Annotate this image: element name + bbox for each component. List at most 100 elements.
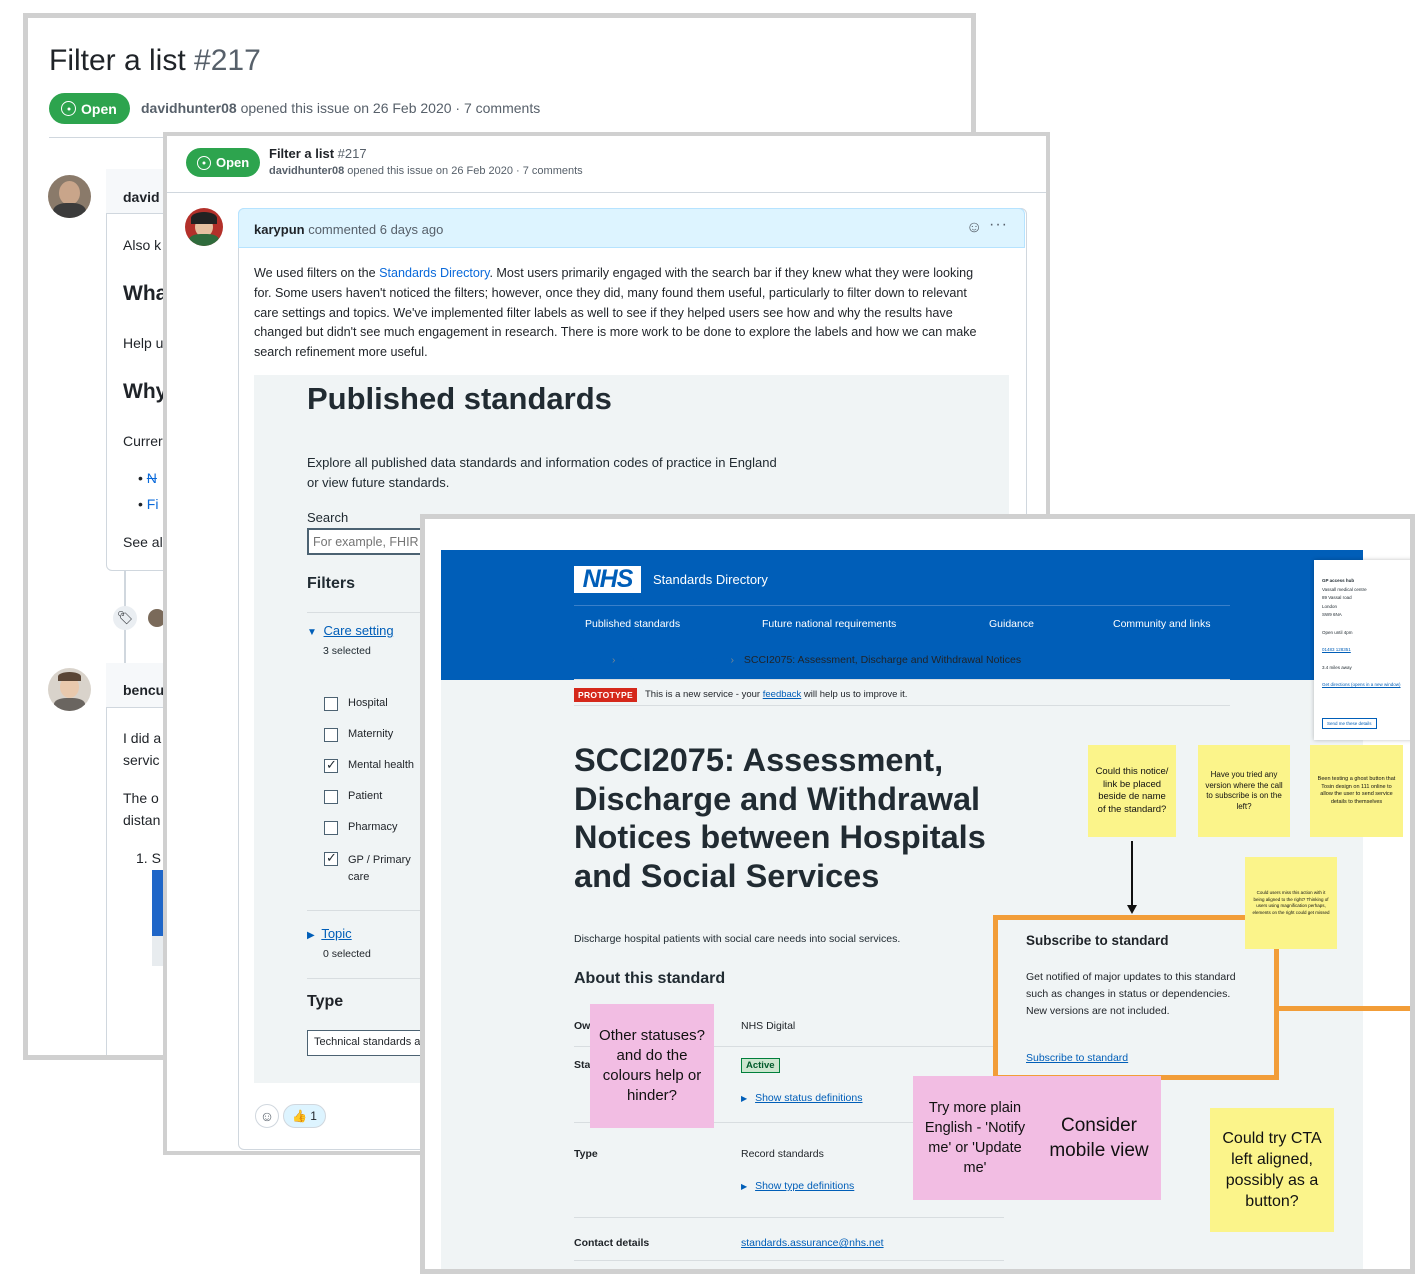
more-options-icon[interactable]: ···	[989, 216, 1008, 234]
list-item-link[interactable]: Fi	[147, 496, 159, 512]
phase-text: will help us to improve it.	[801, 689, 908, 700]
issue-meta-text: opened this issue on 26 Feb 2020 · 7 com…	[240, 100, 541, 116]
issue-meta: davidhunter08 opened this issue on 26 Fe…	[141, 100, 540, 116]
comment-text: Currer	[123, 433, 163, 449]
comment-author[interactable]: bencu	[123, 682, 164, 698]
send-details-button[interactable]: Send me these details	[1322, 718, 1377, 729]
sticky-note: Could users miss this action with it bei…	[1245, 857, 1337, 949]
list-item: • N	[138, 470, 157, 486]
type-definitions-link[interactable]: Show type definitions	[755, 1180, 854, 1192]
side-card-line: SW9 6NA	[1322, 612, 1342, 617]
triangle-right-icon: ▶	[741, 1094, 748, 1103]
issue-meta: davidhunter08 opened this issue on 26 Fe…	[269, 165, 583, 177]
divider	[574, 1260, 1004, 1261]
nav-guidance[interactable]: Guidance	[989, 618, 1034, 630]
status-label: Open	[81, 100, 117, 117]
list-item-link[interactable]: N	[147, 470, 157, 486]
author-link[interactable]: davidhunter08	[141, 100, 237, 116]
care-setting-count: 3 selected	[323, 645, 371, 657]
breadcrumb-current: SCCI2075: Assessment, Discharge and With…	[743, 654, 1022, 666]
issue-title-text: Filter a list	[49, 44, 186, 77]
sticky-note: Have you tried any version where the cal…	[1198, 745, 1290, 837]
author-link[interactable]: davidhunter08	[269, 165, 344, 177]
status-label: Open	[216, 155, 250, 170]
connector-line	[1279, 1006, 1410, 1011]
standards-directory-link[interactable]: Standards Directory	[379, 266, 489, 280]
comment-author[interactable]: karypun	[254, 222, 305, 237]
subscribe-link[interactable]: Subscribe to standard	[1026, 1052, 1128, 1064]
divider	[307, 910, 427, 911]
about-heading: About this standard	[574, 970, 726, 987]
comment-text: The o	[123, 790, 159, 806]
nhs-logo[interactable]: NHS	[574, 566, 641, 593]
side-card: GP access hub Vassall medical centre 89 …	[1314, 560, 1410, 740]
triangle-down-icon: ▼	[307, 627, 317, 638]
comment-text: servic	[123, 752, 160, 768]
care-setting-toggle[interactable]: ▼ Care setting	[307, 623, 394, 638]
status-badge: Open	[49, 93, 130, 124]
side-card-line[interactable]: Get directions (opens in a new window)	[1322, 681, 1410, 690]
type-select[interactable]: Technical standards a	[307, 1030, 437, 1056]
subscribe-heading: Subscribe to standard	[1026, 933, 1169, 948]
status-label: Sta	[574, 1059, 591, 1071]
comment-text: See al	[123, 534, 163, 550]
feedback-link[interactable]: feedback	[763, 689, 802, 700]
checkbox-label: Mental health	[348, 759, 415, 771]
triangle-right-icon: ▶	[741, 1182, 748, 1191]
comment-author[interactable]: david	[123, 189, 160, 205]
standard-title: SCCI2075: Assessment, Discharge and With…	[574, 742, 986, 894]
avatar[interactable]	[185, 208, 223, 246]
status-definitions-link[interactable]: Show status definitions	[755, 1092, 862, 1104]
divider	[574, 679, 1230, 680]
type-heading: Type	[307, 993, 344, 1010]
comment-time: commented 6 days ago	[308, 222, 444, 237]
issue-number: #217	[337, 146, 367, 161]
checkbox-patient[interactable]	[324, 790, 338, 804]
owner-value: NHS Digital	[741, 1020, 796, 1032]
care-setting-link[interactable]: Care setting	[324, 623, 394, 638]
checkbox-gp-primary-care[interactable]	[324, 850, 338, 866]
sticky-note: Could try CTA left aligned, possibly as …	[1210, 1108, 1334, 1232]
comment-header-text: karypun commented 6 days ago	[254, 222, 443, 237]
published-intro: Explore all published data standards and…	[307, 455, 777, 490]
owner-label: Ow	[574, 1020, 591, 1032]
sticky-note: Could this notice/ link be placed beside…	[1088, 745, 1176, 837]
type-definitions-toggle[interactable]: ▶ Show type definitions	[741, 1180, 854, 1192]
subscribe-body: Get notified of major updates to this st…	[1026, 971, 1236, 1017]
checkbox-hospital[interactable]	[324, 697, 338, 711]
checkbox-maternity[interactable]	[324, 728, 338, 742]
nav-community-links[interactable]: Community and links	[1113, 618, 1210, 630]
side-card-line[interactable]: 01483 128351	[1322, 646, 1410, 655]
divider	[307, 612, 427, 613]
type-label: Type	[574, 1148, 598, 1160]
service-name[interactable]: Standards Directory	[653, 572, 768, 587]
avatar[interactable]	[48, 175, 91, 218]
breadcrumb-home[interactable]: Home	[574, 654, 602, 666]
issue-open-icon	[197, 155, 211, 170]
nav-future-requirements[interactable]: Future national requirements	[762, 618, 896, 630]
checkbox-pharmacy[interactable]	[324, 821, 338, 835]
thumbs-up-reaction[interactable]: 👍 1	[283, 1104, 326, 1128]
nhs-page-board: NHS Standards Directory Published standa…	[420, 514, 1415, 1274]
comment-body: We used filters on the Standards Directo…	[254, 264, 992, 363]
topic-toggle[interactable]: ▶ Topic	[307, 926, 352, 941]
comment-text: Help u	[123, 335, 164, 351]
divider	[307, 978, 427, 979]
contact-label: Contact details	[574, 1237, 650, 1249]
breadcrumb-published[interactable]: Published standards	[625, 654, 720, 666]
status-definitions-toggle[interactable]: ▶ Show status definitions	[741, 1092, 862, 1104]
standard-summary: Discharge hospital patients with social …	[574, 933, 901, 945]
issue-meta-text: opened this issue on 26 Feb 2020 · 7 com…	[347, 165, 583, 177]
phase-banner-text: This is a new service - your feedback wi…	[645, 689, 907, 700]
checkbox-mental-health[interactable]	[324, 757, 338, 773]
add-reaction-icon[interactable]: ☺	[255, 1104, 279, 1128]
status-tag: Active	[741, 1058, 780, 1073]
reaction-count: 1	[310, 1109, 317, 1123]
topic-link[interactable]: Topic	[321, 926, 351, 941]
sticky-note: Try more plain English - 'Notify me' or …	[913, 1076, 1037, 1200]
nav-published-standards[interactable]: Published standards	[585, 618, 680, 630]
smiley-icon[interactable]: ☺	[966, 219, 982, 237]
avatar[interactable]	[48, 668, 91, 711]
issue-open-icon	[61, 101, 76, 116]
contact-email-link[interactable]: standards.assurance@nhs.net	[741, 1237, 884, 1249]
